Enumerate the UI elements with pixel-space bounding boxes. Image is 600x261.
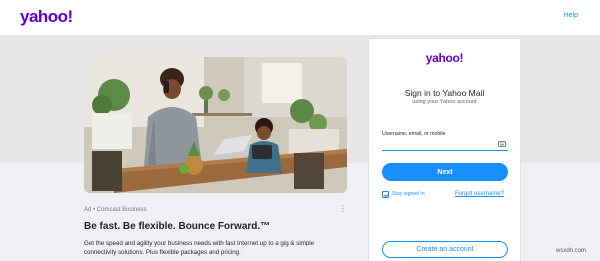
ad-body-text: Get the speed and agility your business … [84,240,315,256]
signin-subtitle: using your Yahoo account [412,99,477,105]
username-underline [382,150,508,151]
stay-signed-in-checkbox[interactable] [382,190,389,198]
ad-sponsor-label: Ad • Comcast Business [84,207,147,213]
yahoo-mail-signin-page: yahoo! Help Ad • Comcast Business ⋮ Be f… [0,0,600,261]
more-vertical-icon[interactable]: ⋮ [339,205,347,213]
ad-image[interactable] [84,57,347,193]
username-input[interactable] [382,140,496,149]
yahoo-logo[interactable]: yahoo! [20,7,73,27]
top-bar: yahoo! Help [0,0,600,35]
create-account-button[interactable]: Create an account [382,241,508,258]
keyboard-icon[interactable] [498,141,506,147]
card-yahoo-logo: yahoo! [425,51,464,65]
stay-signed-in[interactable]: Stay signed in [382,190,425,198]
help-link[interactable]: Help [564,12,578,19]
username-label: Username, email, or mobile [382,131,446,137]
next-button[interactable]: Next [382,163,508,181]
ad-headline[interactable]: Be fast. Be flexible. Bounce Forward.™ [84,221,270,232]
watermark: wsxdn.com [556,248,587,254]
signin-title: Sign in to Yahoo Mail [404,88,485,98]
forgot-username-link[interactable]: Forgot username? [455,191,504,197]
ad-photo-illustration [84,57,347,193]
login-card: yahoo! Sign in to Yahoo Mail using your … [368,38,521,261]
stay-signed-in-label[interactable]: Stay signed in [392,191,425,197]
